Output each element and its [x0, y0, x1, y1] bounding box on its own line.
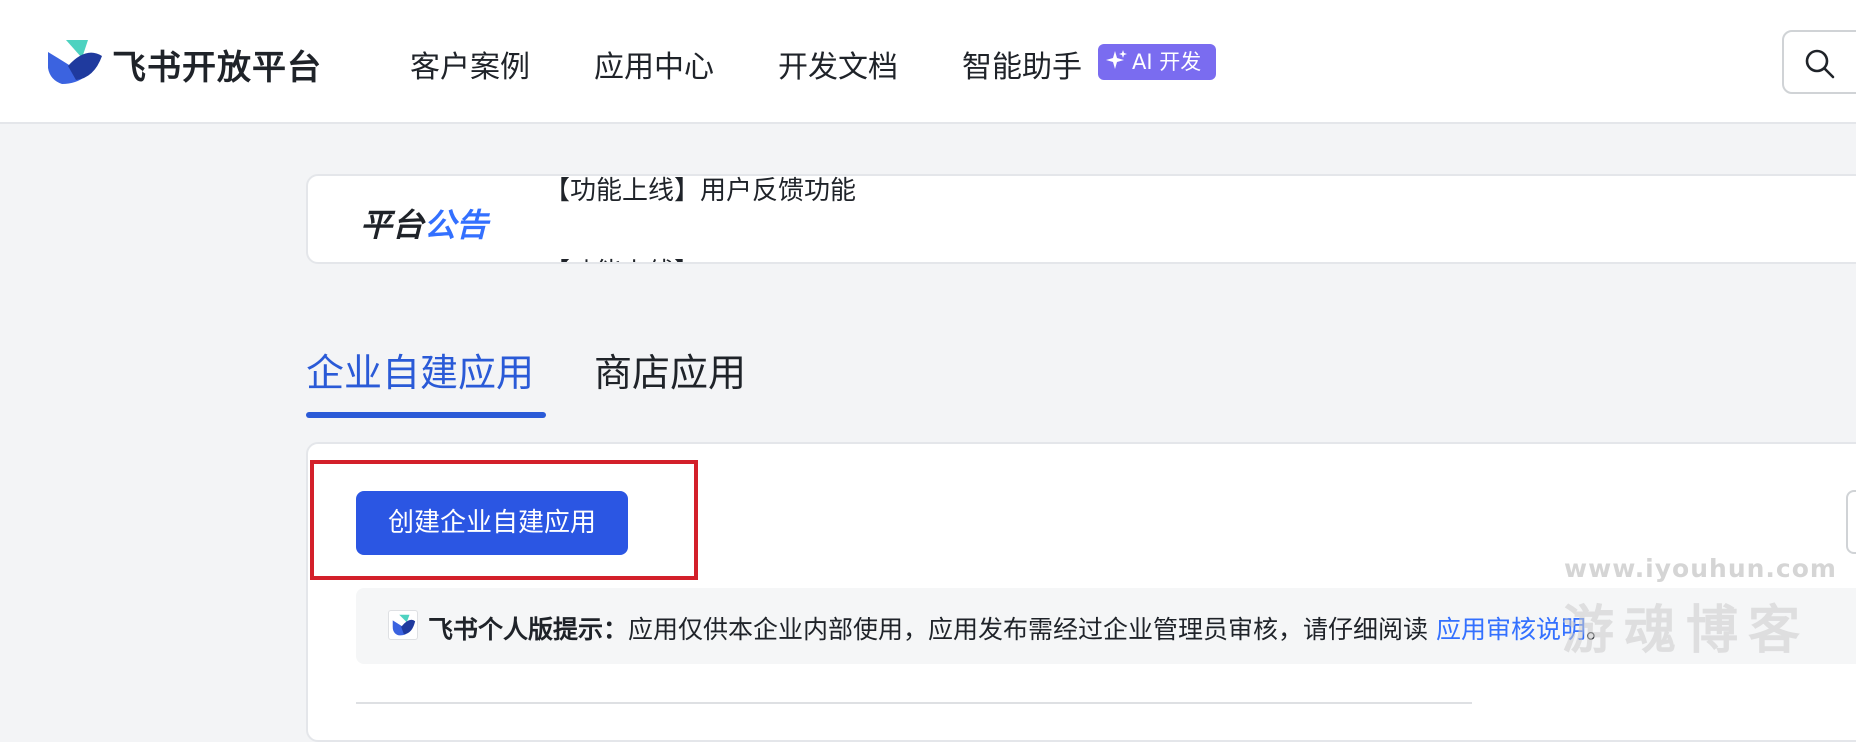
panel-right-control[interactable]: [1846, 490, 1856, 554]
watermark-url: www.iyouhun.com: [1564, 554, 1837, 583]
announcement-item-next[interactable]: 【功能上线】...: [544, 252, 725, 262]
tip-body: 应用仅供本企业内部使用，应用发布需经过企业管理员审核，请仔细阅读: [628, 615, 1436, 644]
announcement-title-part1: 平台: [360, 206, 425, 244]
search-icon: [1805, 49, 1835, 79]
tip-text: 飞书个人版提示：应用仅供本企业内部使用，应用发布需经过企业管理员审核，请仔细阅读…: [428, 610, 1611, 646]
ai-dev-badge[interactable]: AI 开发: [1098, 44, 1216, 80]
create-enterprise-app-button[interactable]: 创建企业自建应用: [356, 491, 628, 555]
search-input[interactable]: [1782, 30, 1856, 94]
tab-store-apps[interactable]: 商店应用: [594, 342, 746, 397]
nav-app-center[interactable]: 应用中心: [594, 42, 714, 86]
ai-badge-label: AI 开发: [1132, 50, 1202, 74]
brand-name[interactable]: 飞书开放平台: [112, 40, 322, 89]
nav-dev-docs[interactable]: 开发文档: [778, 42, 898, 86]
platform-announcement: 平台公告 【功能上线】用户反馈功能 【功能上线】...: [306, 174, 1856, 264]
announcement-title-part2: 公告: [424, 206, 489, 244]
active-tab-indicator: [306, 412, 546, 418]
watermark-name: 游魂博客: [1562, 600, 1811, 661]
feishu-small-logo-icon: [388, 610, 418, 640]
nav-customer-cases[interactable]: 客户案例: [410, 42, 530, 86]
sparkle-icon: [1106, 50, 1127, 69]
nav-smart-assistant[interactable]: 智能助手: [962, 42, 1082, 86]
panel-inner-divider: [356, 702, 1472, 704]
announcement-item[interactable]: 【功能上线】用户反馈功能: [544, 176, 856, 207]
announcement-title: 平台公告: [360, 200, 488, 246]
feishu-logo-icon[interactable]: [46, 38, 102, 86]
top-navigation-bar: 飞书开放平台 客户案例 应用中心 开发文档 智能助手 AI 开发: [0, 0, 1856, 124]
tip-title: 飞书个人版提示：: [428, 615, 629, 644]
tab-enterprise-apps[interactable]: 企业自建应用: [306, 342, 534, 397]
